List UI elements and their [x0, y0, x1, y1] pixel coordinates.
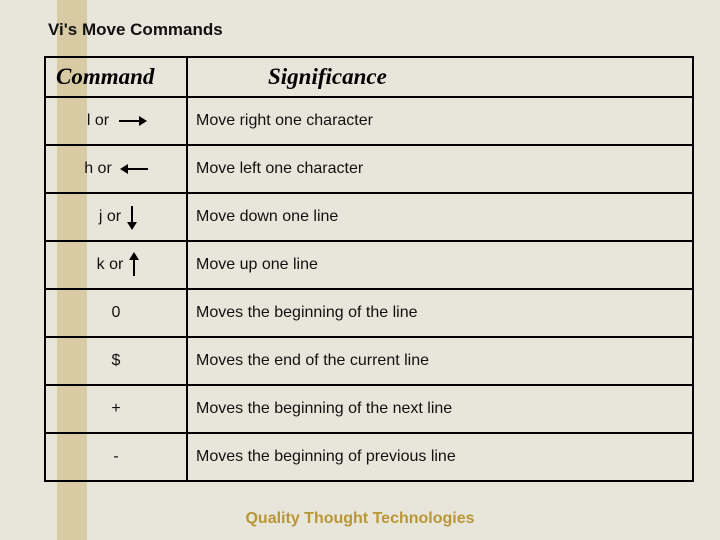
command-text: $	[112, 352, 121, 369]
command-cell: -	[45, 433, 187, 481]
table-row: - Moves the beginning of previous line	[45, 433, 693, 481]
command-cell: 0	[45, 289, 187, 337]
significance-cell: Move up one line	[187, 241, 693, 289]
table-row: + Moves the beginning of the next line	[45, 385, 693, 433]
arrow-up-icon	[133, 254, 135, 276]
arrow-right-icon	[119, 120, 145, 122]
footer-brand: Quality Thought Technologies	[0, 510, 720, 528]
commands-table: Command Significance l or Move right one…	[44, 56, 694, 482]
significance-cell: Moves the end of the current line	[187, 337, 693, 385]
slide-title: Vi's Move Commands	[48, 20, 692, 40]
table-row: l or Move right one character	[45, 97, 693, 145]
arrow-left-icon	[122, 168, 148, 170]
command-text: 0	[112, 304, 121, 321]
command-text: h or	[84, 160, 112, 178]
significance-cell: Moves the beginning of the next line	[187, 385, 693, 433]
command-cell: +	[45, 385, 187, 433]
table-row: 0 Moves the beginning of the line	[45, 289, 693, 337]
command-cell: h or	[45, 145, 187, 193]
command-text: l or	[87, 112, 109, 130]
significance-cell: Moves the beginning of the line	[187, 289, 693, 337]
table-row: h or Move left one character	[45, 145, 693, 193]
table-row: k or Move up one line	[45, 241, 693, 289]
significance-cell: Move right one character	[187, 97, 693, 145]
col-header-significance: Significance	[187, 57, 693, 97]
significance-cell: Moves the beginning of previous line	[187, 433, 693, 481]
command-text: +	[111, 400, 120, 417]
col-header-command: Command	[45, 57, 187, 97]
slide-content: Vi's Move Commands Command Significance …	[0, 0, 720, 482]
table-row: j or Move down one line	[45, 193, 693, 241]
arrow-down-icon	[131, 206, 133, 228]
command-text: -	[113, 448, 118, 465]
command-text: j or	[99, 208, 121, 226]
command-cell: l or	[45, 97, 187, 145]
significance-cell: Move left one character	[187, 145, 693, 193]
command-cell: $	[45, 337, 187, 385]
table-header-row: Command Significance	[45, 57, 693, 97]
command-cell: j or	[45, 193, 187, 241]
command-cell: k or	[45, 241, 187, 289]
table-row: $ Moves the end of the current line	[45, 337, 693, 385]
significance-cell: Move down one line	[187, 193, 693, 241]
command-text: k or	[97, 256, 124, 274]
